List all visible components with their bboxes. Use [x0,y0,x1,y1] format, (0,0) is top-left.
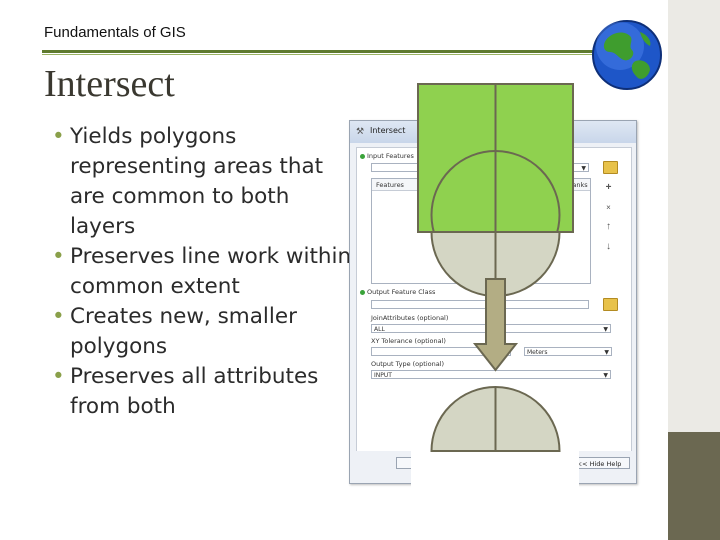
bullet-item: • Preserves all attributes from both [52,362,352,422]
slide: Fundamentals of GIS Intersect • Yields po… [0,0,720,540]
xy-unit-select[interactable]: Meters ▼ [524,347,612,356]
bullet-item: • Yields polygons representing areas that… [52,122,352,242]
bullet-item: • Preserves line work within common exten… [52,242,352,302]
bullet-text: Yields polygons representing areas that … [70,124,324,239]
header-rule-thin [42,54,632,55]
output-type-select[interactable]: INPUT ▼ [371,370,611,379]
xy-tolerance-label: XY Tolerance (optional) [371,337,446,345]
dialog-title: Intersect [370,126,406,135]
bullet-list: • Yields polygons representing areas that… [52,122,352,422]
bullet-text: Creates new, smaller polygons [70,304,297,359]
input-features-label: Input Features [360,152,414,160]
bullet-dot: • [52,304,65,329]
remove-icon[interactable]: × [602,201,615,214]
globe-icon [592,20,662,90]
bullet-text: Preserves line work within common extent [70,244,352,299]
chevron-down-icon: ▼ [604,349,609,356]
chevron-down-icon: ▼ [603,372,608,379]
arrow-up-icon[interactable]: ↑ [602,220,615,233]
list-header [372,179,590,191]
required-dot-icon [360,153,365,159]
bullet-dot: • [52,124,65,149]
hammer-icon: ⚒ [356,126,365,136]
output-feature-class-field[interactable] [371,300,589,309]
chevron-down-icon: ▼ [581,165,586,172]
folder-icon[interactable] [603,161,618,174]
bullet-dot: • [52,244,65,269]
input-features-field[interactable]: ▼ [371,163,589,172]
dialog-title-bar: ⚒ Intersect [350,121,636,143]
bullet-dot: • [52,364,65,389]
xy-tolerance-field[interactable] [371,347,511,356]
course-title: Fundamentals of GIS [44,24,186,41]
chevron-down-icon: ▼ [603,326,608,333]
bullet-text: Preserves all attributes from both [70,364,319,419]
join-attributes-label: JoinAttributes (optional) [371,314,449,322]
folder-icon[interactable] [603,298,618,311]
add-icon[interactable]: + [602,181,615,194]
header-rule [42,50,632,53]
input-features-list[interactable]: Features Ranks [371,178,591,284]
output-type-label: Output Type (optional) [371,360,445,368]
intersect-dialog: ⚒ Intersect Input Features ▼ Features Ra… [349,120,637,484]
arrow-down-icon[interactable]: ↓ [602,240,615,253]
dialog-body: Input Features ▼ Features Ranks + × ↑ ↓ … [356,147,632,479]
ranks-column: Ranks [568,181,588,189]
join-attributes-select[interactable]: ALL ▼ [371,324,611,333]
diagram-backdrop [411,451,579,514]
slide-title: Intersect [44,63,175,105]
output-feature-class-label: Output Feature Class [360,288,435,296]
features-column: Features [376,181,404,189]
side-strip-accent [668,432,720,540]
bullet-item: • Creates new, smaller polygons [52,302,352,362]
required-dot-icon [360,289,365,295]
